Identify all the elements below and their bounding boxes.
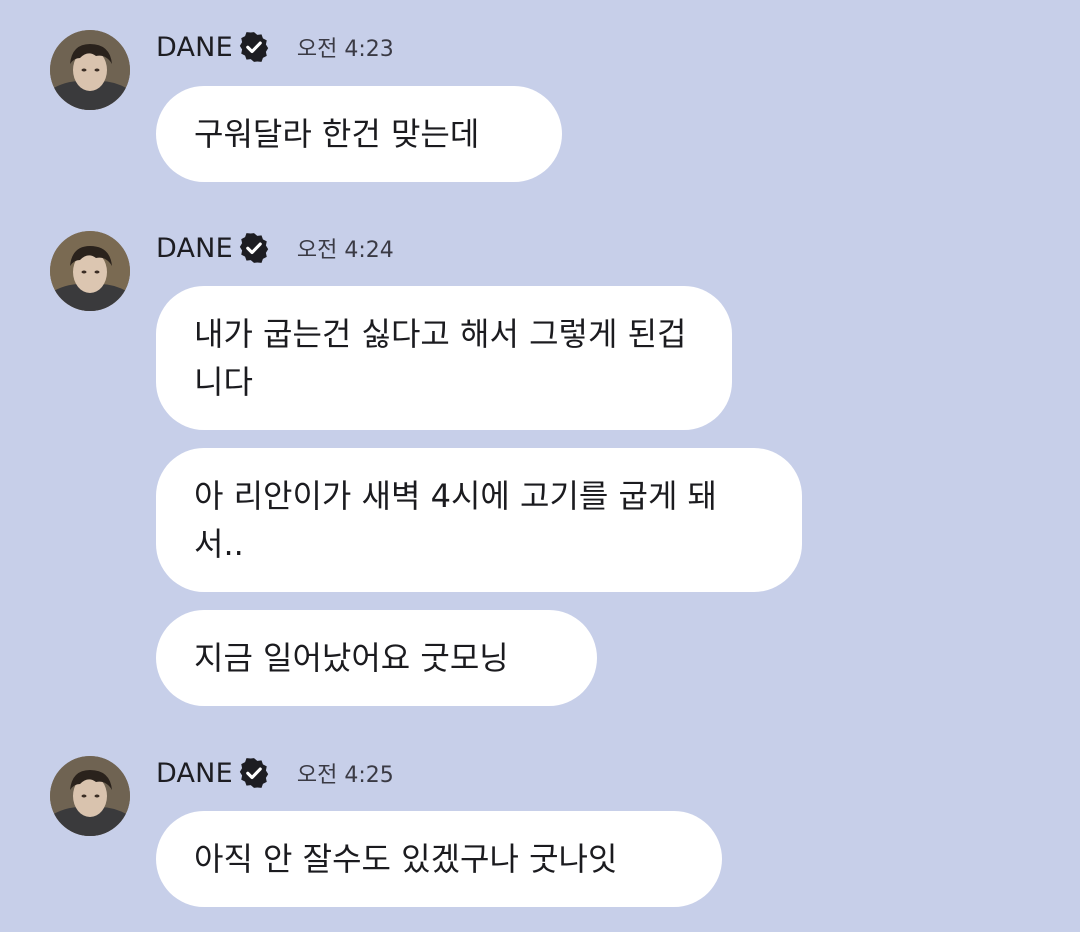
sender-avatar[interactable] [50, 30, 130, 110]
sender-name[interactable]: DANE [156, 758, 233, 789]
chat-bubble[interactable]: 아직 안 잘수도 있겠구나 굿나잇 [156, 811, 722, 907]
verified-badge-icon [237, 756, 271, 790]
message-time: 오전 4:24 [296, 238, 394, 263]
sender-avatar[interactable] [50, 231, 130, 311]
verified-badge-icon [237, 231, 271, 265]
message-header: DANE 오전 4:25 [156, 756, 394, 790]
sender-name[interactable]: DANE [156, 32, 233, 63]
chat-bubble[interactable]: 아 리안이가 새벽 4시에 고기를 굽게 돼서.. [156, 448, 802, 592]
chat-bubble[interactable]: 내가 굽는건 싫다고 해서 그렇게 된겁니다 [156, 286, 732, 430]
chat-bubble[interactable]: 구워달라 한건 맞는데 [156, 86, 562, 182]
verified-badge-icon [237, 30, 271, 64]
message-header: DANE 오전 4:24 [156, 231, 394, 265]
sender-name[interactable]: DANE [156, 233, 233, 264]
sender-avatar[interactable] [50, 756, 130, 836]
chat-bubble[interactable]: 지금 일어났어요 굿모닝 [156, 610, 597, 706]
message-header: DANE 오전 4:23 [156, 30, 394, 64]
message-time: 오전 4:23 [296, 37, 394, 62]
message-time: 오전 4:25 [296, 763, 394, 788]
